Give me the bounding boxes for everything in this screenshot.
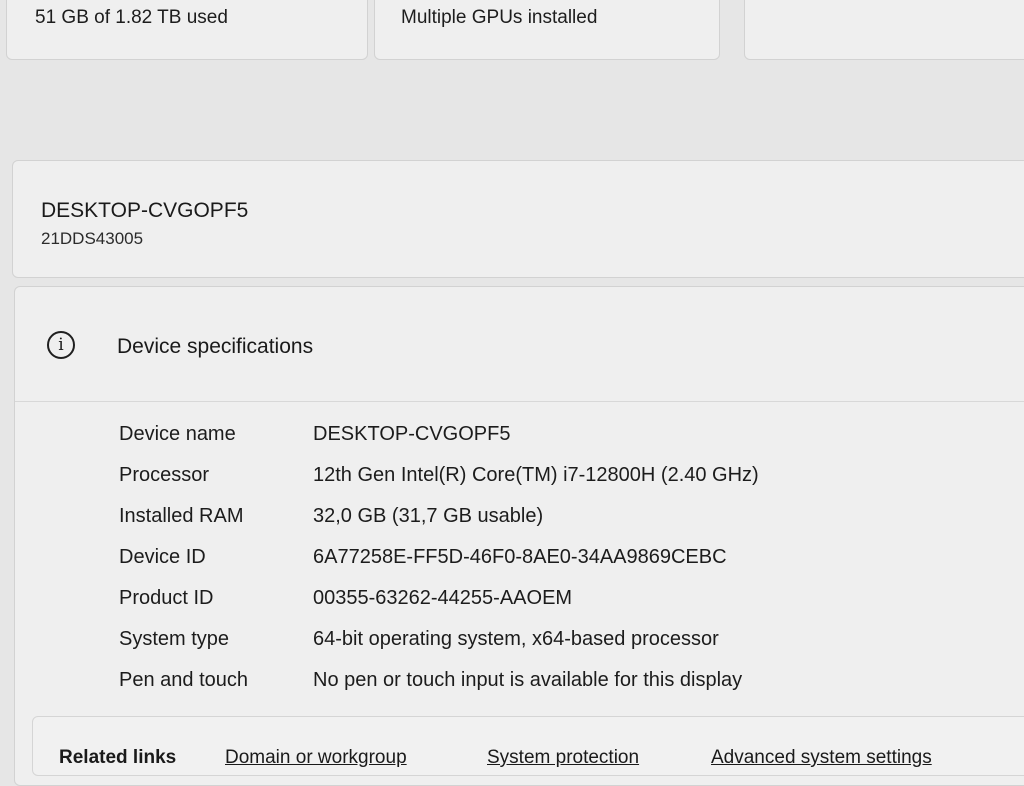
device-specifications-title: Device specifications [117, 335, 314, 358]
spec-value[interactable]: DESKTOP-CVGOPF5 [313, 423, 510, 446]
spec-value[interactable]: No pen or touch input is available for t… [313, 669, 742, 692]
storage-card[interactable]: 51 GB of 1.82 TB used [6, 0, 368, 60]
storage-usage-text: 51 GB of 1.82 TB used [35, 7, 228, 28]
spec-label: Device name [119, 423, 236, 445]
domain-or-workgroup-link[interactable]: Domain or workgroup [225, 747, 407, 769]
graphics-status-text: Multiple GPUs installed [401, 7, 598, 28]
spec-row-system-type: System type 64-bit operating system, x64… [119, 628, 979, 662]
related-links-bar: Related links Domain or workgroup System… [32, 716, 1024, 776]
spec-label: System type [119, 628, 230, 650]
device-name-card[interactable]: DESKTOP-CVGOPF5 21DDS43005 [12, 160, 1024, 278]
graphics-card[interactable]: Multiple GPUs installed [374, 0, 720, 60]
spec-row-product-id: Product ID 00355-63262-44255-AAOEM [119, 587, 979, 621]
spec-label: Processor [119, 464, 210, 486]
spec-value[interactable]: 00355-63262-44255-AAOEM [313, 587, 572, 610]
related-links-title: Related links [59, 747, 177, 768]
spec-row-device-id: Device ID 6A77258E-FF5D-46F0-8AE0-34AA98… [119, 546, 979, 580]
spec-row-installed-ram: Installed RAM 32,0 GB (31,7 GB usable) [119, 505, 979, 539]
spec-row-pen-and-touch: Pen and touch No pen or touch input is a… [119, 669, 979, 703]
system-protection-link[interactable]: System protection [487, 747, 639, 769]
spec-row-device-name: Device name DESKTOP-CVGOPF5 [119, 423, 979, 457]
device-model-text: 21DDS43005 [41, 229, 144, 248]
info-icon: i [47, 331, 75, 359]
spec-label: Product ID [119, 587, 214, 609]
extra-card[interactable] [744, 0, 1024, 60]
spec-value[interactable]: 32,0 GB (31,7 GB usable) [313, 505, 543, 528]
spec-label: Pen and touch [119, 669, 248, 691]
device-specifications-section: i Device specifications Device name DESK… [14, 286, 1024, 786]
spec-label: Installed RAM [119, 505, 244, 527]
spec-row-processor: Processor 12th Gen Intel(R) Core(TM) i7-… [119, 464, 979, 498]
advanced-system-settings-link[interactable]: Advanced system settings [711, 747, 932, 769]
spec-value[interactable]: 6A77258E-FF5D-46F0-8AE0-34AA9869CEBC [313, 546, 727, 569]
device-specifications-header[interactable]: i Device specifications [15, 287, 1024, 402]
spec-value[interactable]: 12th Gen Intel(R) Core(TM) i7-12800H (2.… [313, 464, 759, 487]
spec-label: Device ID [119, 546, 206, 568]
device-name-heading: DESKTOP-CVGOPF5 [41, 199, 249, 222]
spec-value[interactable]: 64-bit operating system, x64-based proce… [313, 628, 719, 651]
